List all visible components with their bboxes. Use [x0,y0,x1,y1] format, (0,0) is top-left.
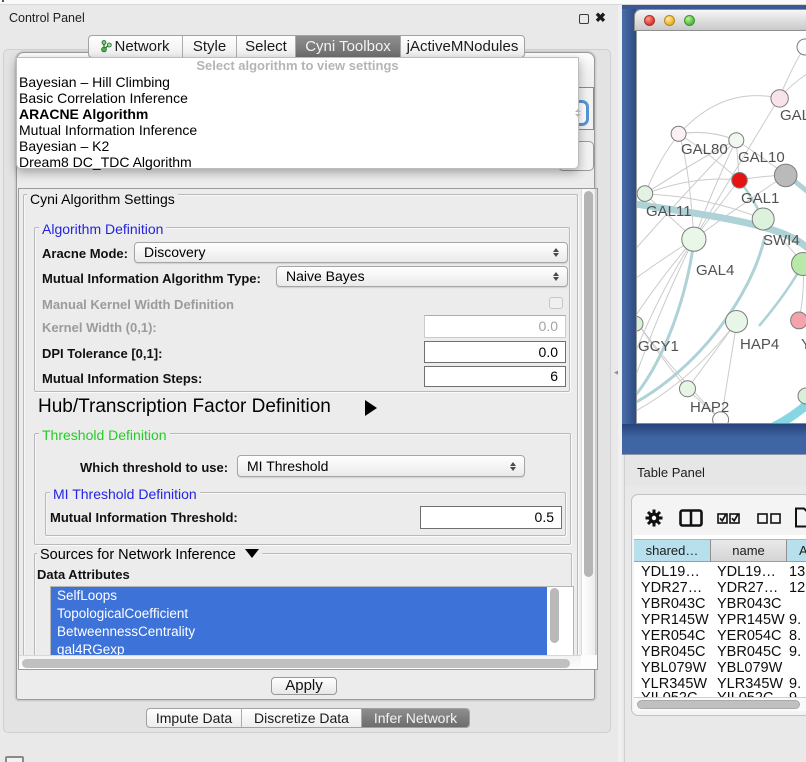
svg-text:GAL1: GAL1 [741,190,779,207]
svg-text:GAL11: GAL11 [646,203,692,220]
svg-text:GAL80: GAL80 [681,141,728,158]
svg-text:GCY1: GCY1 [638,338,679,355]
svg-text:GAL10: GAL10 [738,149,785,166]
svg-text:Y: Y [801,336,806,353]
svg-text:GAL4: GAL4 [696,262,734,279]
svg-text:HAP4: HAP4 [740,336,779,353]
svg-text:GAL7: GAL7 [780,107,806,124]
svg-text:HAP2: HAP2 [690,399,729,416]
svg-text:SWI4: SWI4 [763,232,800,249]
